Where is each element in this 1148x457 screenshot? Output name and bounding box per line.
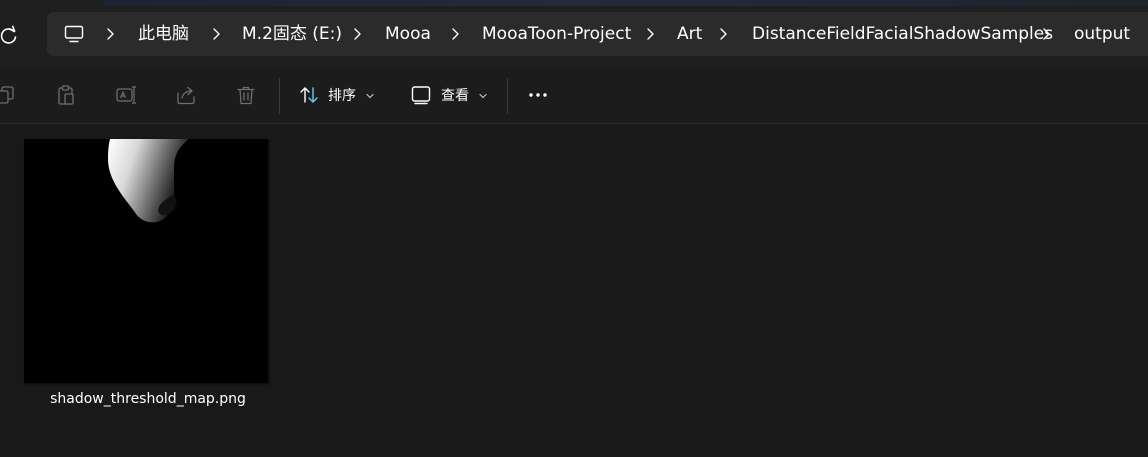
toolbar-divider bbox=[279, 78, 280, 114]
breadcrumb-item-output[interactable]: output bbox=[1074, 12, 1130, 56]
chevron-down-icon bbox=[479, 93, 487, 99]
chevron-right-icon[interactable] bbox=[105, 27, 115, 41]
breadcrumb-item-this-pc[interactable]: 此电脑 bbox=[138, 12, 189, 56]
copy-icon[interactable] bbox=[0, 84, 16, 106]
address-bar[interactable]: 此电脑 M.2固态 (E:) Mooa MooaToon-Project Art… bbox=[47, 12, 1148, 56]
titlebar-gradient bbox=[104, 0, 1148, 6]
breadcrumb-item-drive[interactable]: M.2固态 (E:) bbox=[242, 12, 342, 56]
chevron-right-icon[interactable] bbox=[352, 27, 362, 41]
view-icon bbox=[411, 86, 431, 105]
breadcrumb-item-project[interactable]: MooaToon-Project bbox=[482, 12, 631, 56]
chevron-right-icon[interactable] bbox=[645, 27, 655, 41]
chevron-right-icon[interactable] bbox=[718, 27, 728, 41]
file-name-label: shadow_threshold_map.png bbox=[50, 391, 246, 407]
command-bar: 排序 查看 bbox=[0, 68, 1148, 124]
delete-icon[interactable] bbox=[235, 84, 257, 106]
toolbar-divider bbox=[507, 78, 508, 114]
sort-icon bbox=[300, 87, 318, 103]
sort-label: 排序 bbox=[328, 88, 356, 104]
breadcrumb-item-samples[interactable]: DistanceFieldFacialShadowSamples bbox=[752, 12, 1053, 56]
rename-icon[interactable] bbox=[115, 84, 137, 106]
refresh-icon[interactable] bbox=[0, 24, 18, 46]
chevron-down-icon bbox=[366, 93, 374, 99]
chevron-right-icon[interactable] bbox=[1041, 27, 1051, 41]
navigation-bar: 此电脑 M.2固态 (E:) Mooa MooaToon-Project Art… bbox=[0, 0, 1148, 68]
view-button[interactable]: 查看 bbox=[405, 68, 495, 124]
file-explorer-window: 此电脑 M.2固态 (E:) Mooa MooaToon-Project Art… bbox=[0, 0, 1148, 457]
breadcrumb-item-mooa[interactable]: Mooa bbox=[385, 12, 431, 56]
shadow-threshold-thumbnail bbox=[24, 139, 268, 383]
share-icon[interactable] bbox=[175, 84, 197, 106]
pc-icon[interactable] bbox=[64, 24, 84, 44]
chevron-right-icon[interactable] bbox=[450, 27, 460, 41]
thumbnail-image bbox=[108, 139, 188, 223]
more-icon[interactable] bbox=[527, 84, 549, 106]
paste-icon[interactable] bbox=[55, 84, 77, 106]
chevron-right-icon[interactable] bbox=[211, 27, 221, 41]
sort-button[interactable]: 排序 bbox=[292, 68, 387, 124]
file-item[interactable]: shadow_threshold_map.png bbox=[20, 135, 276, 420]
breadcrumb-item-art[interactable]: Art bbox=[677, 12, 702, 56]
view-label: 查看 bbox=[441, 88, 469, 104]
